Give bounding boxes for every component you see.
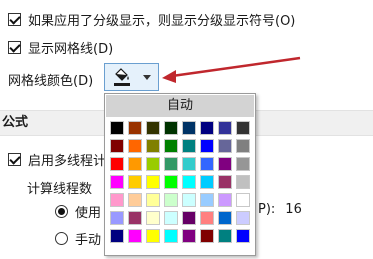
annotation-arrow: [162, 56, 301, 83]
